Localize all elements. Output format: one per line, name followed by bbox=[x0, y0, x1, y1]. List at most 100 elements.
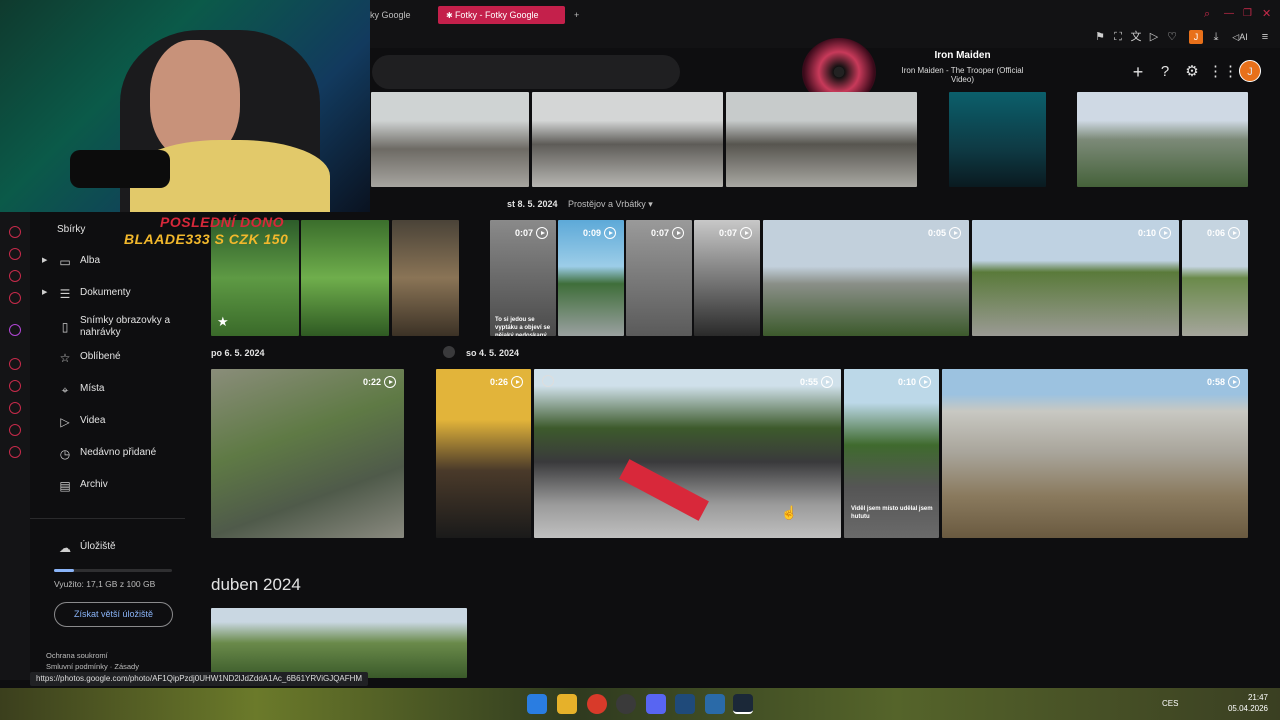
nav-item-favorites[interactable]: ☆ Oblíbené bbox=[30, 346, 200, 370]
play-icon bbox=[1159, 227, 1171, 239]
tab-photos[interactable]: ✱ Fotky - Fotky Google bbox=[438, 6, 565, 24]
photo-drift-smoke-3[interactable] bbox=[726, 92, 917, 187]
help-icon[interactable]: ? bbox=[1155, 62, 1175, 82]
video-duration: 0:10 bbox=[898, 376, 931, 388]
video-person-tent[interactable]: 0:26 bbox=[436, 369, 531, 538]
video-duration: 0:22 bbox=[363, 376, 396, 388]
privacy-link[interactable]: Ochrana soukromí bbox=[46, 651, 108, 660]
video-drone-drift[interactable]: 0:22 bbox=[211, 369, 404, 538]
nav-item-screenshots[interactable]: ▯ Snímky obrazovky a nahrávky bbox=[30, 310, 200, 344]
video-caption: To si jedou se vyptáku a objeví se nějak… bbox=[495, 317, 551, 336]
google-photos-favicon-icon: ✱ bbox=[446, 11, 455, 20]
sidebar-app-icon[interactable] bbox=[9, 402, 21, 414]
nav-item-videos[interactable]: ▷ Videa bbox=[30, 410, 200, 434]
photo-person-grass[interactable] bbox=[211, 608, 467, 678]
favorite-star-icon[interactable]: ★ bbox=[217, 314, 229, 330]
sidebar-app-icon[interactable] bbox=[9, 380, 21, 392]
terms-link[interactable]: Smluvní podmínky bbox=[46, 662, 108, 671]
play-icon bbox=[821, 376, 833, 388]
sidebar-app-icon[interactable] bbox=[9, 248, 21, 260]
video-sim-game[interactable]: 0:09 bbox=[558, 220, 624, 336]
nav-item-places[interactable]: ⌖ Místa bbox=[30, 378, 200, 402]
discord-icon[interactable] bbox=[646, 694, 666, 714]
minimize-icon[interactable]: — bbox=[1224, 8, 1234, 19]
settings-gear-icon[interactable] bbox=[675, 694, 695, 714]
microphone bbox=[70, 150, 170, 188]
search-tabs-icon[interactable]: ⌕ bbox=[1204, 8, 1210, 21]
video-concrete-wall[interactable]: 0:58 bbox=[942, 369, 1248, 538]
group-location[interactable]: Prostějov a Vrbátky ▾ bbox=[568, 199, 653, 210]
screenshot-icon[interactable]: ⛶ bbox=[1111, 30, 1125, 44]
opera-sidebar bbox=[0, 212, 30, 680]
file-explorer-icon[interactable] bbox=[557, 694, 577, 714]
expand-icon[interactable]: ▶ bbox=[42, 256, 47, 264]
video-track-field[interactable]: 0:05 bbox=[763, 220, 969, 336]
steam-icon[interactable] bbox=[733, 694, 753, 714]
nav-item-documents[interactable]: ▶ ☰ Dokumenty bbox=[30, 282, 200, 306]
search-input[interactable] bbox=[372, 55, 680, 89]
tab-google[interactable]: ky Google bbox=[362, 6, 419, 24]
sidebar-app-icon[interactable] bbox=[9, 270, 21, 282]
nav-item-archive[interactable]: ▤ Archiv bbox=[30, 474, 200, 498]
clock-time[interactable]: 21:47 bbox=[1226, 693, 1268, 702]
expand-icon[interactable]: ▶ bbox=[42, 288, 47, 296]
nav-item-albums[interactable]: ▶ ▭ Alba bbox=[30, 250, 200, 274]
translate-icon[interactable]: 文 bbox=[1129, 30, 1143, 44]
opera-icon[interactable] bbox=[587, 694, 607, 714]
photo-cat[interactable] bbox=[392, 220, 459, 336]
play-icon[interactable]: ▷ bbox=[1147, 30, 1161, 44]
nav-item-storage[interactable]: ☁ Úložiště bbox=[30, 536, 200, 560]
storage-bar-fill bbox=[54, 569, 75, 572]
video-runway[interactable]: 0:10 bbox=[972, 220, 1179, 336]
video-runway-2[interactable]: 0:06 bbox=[1182, 220, 1248, 336]
new-tab-button[interactable]: + bbox=[566, 6, 587, 24]
apps-grid-icon[interactable]: ⋮⋮ bbox=[1208, 62, 1238, 82]
settings-icon[interactable] bbox=[9, 446, 21, 458]
account-avatar[interactable]: J bbox=[1239, 60, 1261, 82]
photo-grill[interactable] bbox=[301, 220, 389, 336]
menu-icon[interactable]: ≡ bbox=[1258, 30, 1272, 44]
select-group-checkbox[interactable] bbox=[443, 346, 455, 358]
video-duration: 0:09 bbox=[583, 227, 616, 239]
video-car-seat[interactable]: 0:07 To si jedou se vyptáku a objeví se … bbox=[490, 220, 556, 336]
sidebar-app-icon[interactable] bbox=[9, 226, 21, 238]
photo-cars-field[interactable] bbox=[1077, 92, 1248, 187]
document-icon: ☰ bbox=[59, 287, 71, 301]
select-checkbox[interactable] bbox=[542, 375, 554, 387]
storage-bar bbox=[54, 569, 172, 572]
webcam-overlay bbox=[0, 0, 370, 212]
maximize-icon[interactable]: ❐ bbox=[1243, 8, 1252, 19]
photo-drift-smoke-1[interactable] bbox=[371, 92, 529, 187]
policies-link[interactable]: Zásady bbox=[114, 662, 139, 671]
heart-icon[interactable]: ♡ bbox=[1165, 30, 1179, 44]
input-language[interactable]: CES bbox=[1162, 699, 1178, 708]
music-artist: Iron Maiden bbox=[934, 50, 991, 61]
profile-badge[interactable]: J bbox=[1189, 30, 1203, 44]
messenger-icon[interactable] bbox=[705, 694, 725, 714]
photo-drift-smoke-2[interactable] bbox=[532, 92, 723, 187]
close-window-icon[interactable]: ✕ bbox=[1262, 7, 1271, 20]
play-icon bbox=[949, 227, 961, 239]
nav-item-recent[interactable]: ◷ Nedávno přidané bbox=[30, 442, 200, 466]
photo-sim-rig[interactable] bbox=[949, 92, 1046, 187]
clock-date[interactable]: 05.04.2026 bbox=[1216, 704, 1268, 713]
settings-gear-icon[interactable]: ⚙ bbox=[1182, 62, 1202, 82]
ai-button[interactable]: ◁AI bbox=[1230, 30, 1250, 44]
start-windows-icon[interactable] bbox=[527, 694, 547, 714]
status-url: https://photos.google.com/photo/AF1QipPz… bbox=[30, 672, 369, 686]
get-storage-button[interactable]: Získat větší úložiště bbox=[54, 602, 173, 627]
obs-icon[interactable] bbox=[616, 694, 636, 714]
download-icon[interactable]: ⤓ bbox=[1209, 30, 1223, 44]
sidebar-app-icon[interactable] bbox=[9, 358, 21, 370]
sidebar-app-icon[interactable] bbox=[9, 424, 21, 436]
donation-detail: BLAADE333 S CZK 150 bbox=[124, 231, 289, 247]
bookmark-icon[interactable]: ⚑ bbox=[1093, 30, 1107, 44]
twitch-icon[interactable] bbox=[9, 324, 21, 336]
video-road[interactable]: 0:10 Viděl jsem místo udělal jsem hututu bbox=[844, 369, 939, 538]
play-icon bbox=[511, 376, 523, 388]
footer-links: Smluvní podmínky · Zásady bbox=[46, 662, 139, 671]
create-icon[interactable]: + bbox=[1128, 62, 1148, 82]
sidebar-app-icon[interactable] bbox=[9, 292, 21, 304]
video-car-mirror[interactable]: 0:07 bbox=[694, 220, 760, 336]
video-car-seat-2[interactable]: 0:07 bbox=[626, 220, 692, 336]
